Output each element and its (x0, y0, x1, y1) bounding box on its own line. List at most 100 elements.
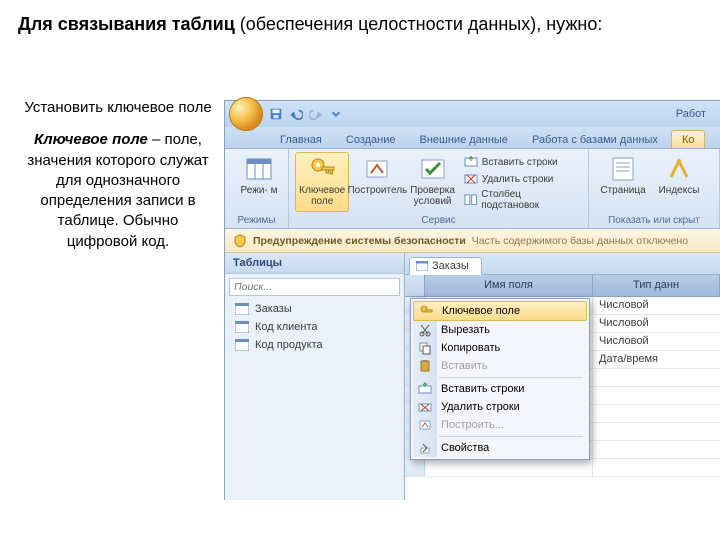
context-menu-item-label: Ключевое поле (442, 305, 520, 317)
property-sheet-icon (609, 155, 637, 183)
tab-design[interactable]: Ко (671, 130, 706, 148)
data-type-cell[interactable] (593, 423, 720, 440)
data-type-cell[interactable] (593, 459, 720, 476)
insert-rows-icon (418, 382, 432, 396)
tab-home[interactable]: Главная (269, 130, 333, 148)
validation-button-label: Проверка условий (408, 185, 456, 207)
data-type-cell[interactable]: Дата/время (593, 351, 720, 368)
save-icon[interactable] (269, 107, 283, 121)
context-menu-item[interactable]: Копировать (413, 339, 587, 357)
data-type-cell[interactable]: Числовой (593, 333, 720, 350)
insert-rows-label: Вставить строки (482, 157, 558, 168)
col-header-datatype[interactable]: Тип данн (593, 275, 720, 296)
view-button-label: Режи- м (241, 185, 278, 196)
ribbon-tabstrip: Главная Создание Внешние данные Работа с… (225, 127, 720, 149)
redo-icon[interactable] (309, 107, 323, 121)
delete-rows-icon (464, 172, 478, 186)
context-menu-item: Вставить (413, 357, 587, 375)
nav-item-label: Код продукта (255, 339, 323, 351)
quick-access-toolbar (269, 107, 343, 121)
primary-key-button[interactable]: Ключевое поле (295, 152, 349, 212)
copy-icon (418, 341, 432, 355)
context-menu-item[interactable]: Свойства (413, 439, 587, 457)
data-type-cell[interactable] (593, 405, 720, 422)
row-ops-stack: Вставить строки Удалить строки Столбец п… (460, 152, 582, 212)
design-row[interactable] (405, 459, 720, 477)
window-titlebar: Работ (225, 101, 720, 127)
nav-item-client-id[interactable]: Код клиента (225, 318, 404, 336)
lookup-column-label: Столбец подстановок (481, 189, 578, 211)
office-button[interactable] (229, 97, 263, 131)
data-type-cell[interactable] (593, 441, 720, 458)
context-menu-item-label: Удалить строки (441, 401, 520, 413)
context-menu-item: Построить... (413, 416, 587, 434)
data-type-cell[interactable] (593, 369, 720, 386)
definition-body: – поле, значения которого служат для одн… (27, 131, 208, 249)
definition-term: Ключевое поле (34, 131, 148, 148)
indexes-icon (665, 155, 693, 183)
slide-title: Для связывания таблиц (обеспечения целос… (0, 0, 720, 43)
qat-dropdown-icon[interactable] (329, 107, 343, 121)
delete-rows-button[interactable]: Удалить строки (460, 171, 582, 187)
table-icon (235, 321, 249, 333)
document-tab-label: Заказы (432, 260, 469, 272)
nav-search (229, 278, 400, 296)
property-sheet-button[interactable]: Страница (595, 152, 651, 199)
security-message: Часть содержимого базы данных отключено (472, 235, 688, 247)
document-tabs: Заказы (405, 253, 720, 275)
datasheet-view-icon (245, 155, 273, 183)
ribbon-group-views: Режи- м Режимы (225, 149, 289, 228)
navigation-pane: Таблицы Заказы Код клиента Код продукта (225, 253, 405, 500)
context-menu-item[interactable]: Удалить строки (413, 398, 587, 416)
context-menu-item-label: Вырезать (441, 324, 490, 336)
col-header-fieldname[interactable]: Имя поля (425, 275, 593, 296)
document-tab-orders[interactable]: Заказы (409, 257, 482, 275)
data-type-cell[interactable]: Числовой (593, 315, 720, 332)
context-menu-separator (439, 377, 583, 378)
lookup-column-button[interactable]: Столбец подстановок (460, 188, 582, 212)
context-menu-item[interactable]: Ключевое поле (413, 301, 587, 321)
ribbon-group-views-label: Режимы (225, 215, 288, 226)
context-menu-item-label: Построить... (441, 419, 504, 431)
paste-icon (418, 359, 432, 373)
table-icon (235, 303, 249, 315)
tab-create[interactable]: Создание (335, 130, 407, 148)
context-menu-item-label: Копировать (441, 342, 500, 354)
nav-item-orders[interactable]: Заказы (225, 300, 404, 318)
context-menu-item[interactable]: Вставить строки (413, 380, 587, 398)
nav-item-label: Код клиента (255, 321, 317, 333)
definition-block: Ключевое поле – поле, значения которого … (24, 130, 212, 252)
tab-external-data[interactable]: Внешние данные (409, 130, 519, 148)
context-menu-item-label: Вставить (441, 360, 488, 372)
delete-rows-label: Удалить строки (482, 174, 554, 185)
nav-header[interactable]: Таблицы (225, 253, 404, 274)
lookup-column-icon (464, 193, 478, 207)
row-selector[interactable] (405, 459, 425, 476)
undo-icon[interactable] (289, 107, 303, 121)
window-title-fragment: Работ (676, 108, 720, 120)
shield-icon (233, 234, 247, 248)
ribbon-group-show: Страница Индексы Показать или скрыт (589, 149, 720, 228)
builder-button[interactable]: Построитель (349, 152, 405, 212)
delete-rows-icon (418, 400, 432, 414)
grid-gutter-head (405, 275, 425, 296)
builder-icon (363, 155, 391, 183)
data-type-cell[interactable] (593, 387, 720, 404)
instruction-line: Установить ключевое поле (24, 98, 212, 118)
indexes-button[interactable]: Индексы (651, 152, 707, 199)
insert-rows-button[interactable]: Вставить строки (460, 154, 582, 170)
validation-button[interactable]: Проверка условий (405, 152, 459, 212)
ribbon: Режи- м Режимы Ключевое поле Построитель… (225, 149, 720, 229)
properties-icon (418, 441, 432, 455)
nav-header-label: Таблицы (233, 257, 282, 269)
tab-database-tools[interactable]: Работа с базами данных (521, 130, 669, 148)
field-name-cell[interactable] (425, 459, 593, 476)
context-menu-item-label: Свойства (441, 442, 489, 454)
nav-item-product-id[interactable]: Код продукта (225, 336, 404, 354)
view-button[interactable]: Режи- м (231, 152, 287, 199)
data-type-cell[interactable]: Числовой (593, 297, 720, 314)
design-grid-header: Имя поля Тип данн (405, 275, 720, 297)
property-sheet-label: Страница (600, 185, 645, 196)
context-menu-item[interactable]: Вырезать (413, 321, 587, 339)
nav-search-input[interactable] (229, 278, 400, 296)
